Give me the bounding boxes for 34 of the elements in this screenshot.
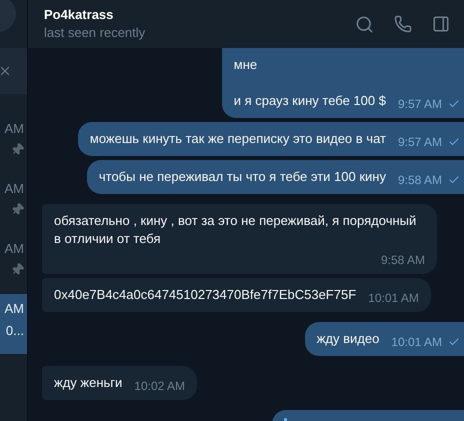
search-field[interactable] [0,48,27,94]
message-time: 9:57 AM [398,96,442,113]
message-time: 9:58 AM [380,252,425,269]
chat-item[interactable]: AM [0,174,27,234]
chat-item[interactable]: AM 0... [0,294,27,354]
message-time: 10:01 AM [368,290,419,307]
chat-preview: 0... [6,323,24,339]
check-icon [448,98,460,110]
message-text: мне и я срауз кину тебе 100 $ [234,56,386,110]
message-text: жду видео [316,330,380,348]
check-icon [448,136,460,148]
chat-item[interactable]: AM [0,114,27,174]
message-time: 10:02 AM [134,378,185,395]
side-panel-icon[interactable] [432,14,450,32]
message-text: можешь кинуть так же переписку это видео в чат [90,130,386,148]
message-time: 10:01 AM [391,334,442,351]
chat-title: Po4katrass [44,6,114,24]
close-icon[interactable] [0,64,12,78]
message-text: 0x40e7B4c4a0c6474510273470Bfe7f7EbC53eF75F [54,286,356,304]
message-text: обязательно , кину , вот за это не переживай, я порядочный в отличии от тебя [54,212,418,248]
phone-icon[interactable] [394,14,412,32]
chat-time: AM [4,121,24,137]
message-text: жду женьги [54,374,122,392]
check-icon [448,336,460,348]
chat-time: AM [4,241,24,257]
chat-item[interactable]: AM [0,234,27,294]
chat-time: AM [4,181,24,197]
chat-time: AM [4,301,24,317]
search-icon[interactable] [355,14,374,34]
message-time: 9:57 AM [398,134,442,151]
message-text: чтобы не переживал ты что я тебе эти 100 кину [98,168,386,186]
message-time: 9:58 AM [398,172,442,189]
chat-status: last seen recently [44,24,146,42]
check-icon [448,174,460,186]
